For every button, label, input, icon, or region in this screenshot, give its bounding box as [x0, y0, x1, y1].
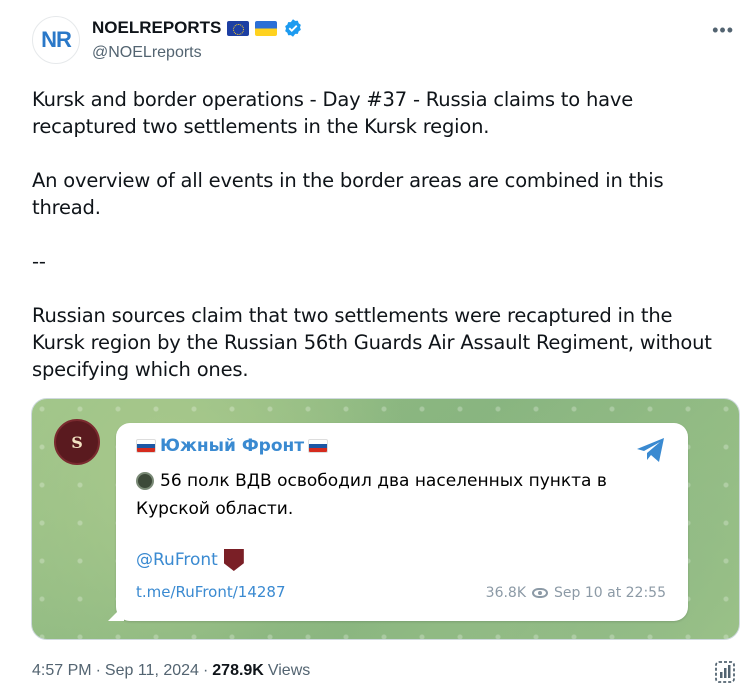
telegram-message-bubble: Южный Фронт 56 полк ВДВ освободил два на… [116, 423, 688, 621]
message-date: Sep 10 at 22:55 [554, 585, 666, 601]
telegram-link: t.me/RuFront/14287 [136, 583, 286, 601]
tweet-line: -- [32, 250, 46, 273]
tweet-footer: 4:57 PM · Sep 11, 2024 · 278.9K Views [32, 662, 310, 680]
author-handle[interactable]: @NOELreports [92, 44, 303, 62]
separator: · [95, 662, 101, 679]
post-date[interactable]: Sep 11, 2024 [105, 662, 199, 680]
shield-emblem-icon [223, 549, 244, 571]
tweet-media-image[interactable]: S Южный Фронт 56 полк ВДВ освободил два … [31, 398, 740, 640]
eye-icon [532, 588, 549, 598]
author-avatar[interactable]: NR [32, 16, 80, 64]
separator: · [202, 662, 209, 679]
tweet-line: Kursk region by the Russian 56th Guards … [32, 331, 712, 354]
message-views: 36.8K [485, 585, 527, 601]
tweet-line: recaptured two settlements in the Kursk … [32, 115, 490, 138]
tweet-header: NR NOELREPORTS @NOELreports ••• [32, 14, 736, 66]
tweet-text: Kursk and border operations - Day #37 - … [32, 86, 736, 383]
channel-avatar-letter: S [71, 432, 83, 452]
views-count: 278.9K [212, 662, 264, 679]
channel-avatar: S [54, 419, 100, 465]
verified-badge-icon[interactable] [283, 18, 303, 38]
tweet-line: specifying which ones. [32, 358, 249, 381]
unit-emblem-icon [136, 472, 154, 490]
channel-mention: @RuFront [136, 549, 244, 571]
tweet-line: An overview of all events in the border … [32, 169, 664, 219]
message-text-1: 56 полк ВДВ освободил два населенных пун… [160, 471, 607, 491]
display-name-row: NOELREPORTS [92, 16, 303, 40]
channel-name: Южный Фронт [136, 436, 329, 456]
russia-flag-icon [308, 439, 329, 453]
channel-name-text: Южный Фронт [160, 436, 305, 456]
mention-text: @RuFront [136, 550, 218, 570]
ukraine-flag-icon [255, 20, 278, 36]
message-line-1: 56 полк ВДВ освободил два населенных пун… [136, 471, 607, 491]
message-meta: 36.8K Sep 10 at 22:55 [486, 585, 666, 601]
views-label: Views [267, 662, 311, 679]
eu-flag-icon [227, 20, 250, 36]
analytics-icon[interactable] [714, 660, 736, 684]
russia-flag-icon [136, 439, 156, 453]
tweet-line: Kursk and border operations - Day #37 - … [32, 88, 634, 111]
tweet-line: Russian sources claim that two settlemen… [32, 304, 673, 327]
more-options-icon[interactable]: ••• [712, 20, 734, 41]
author-names: NOELREPORTS @NOELreports [92, 16, 303, 62]
post-time[interactable]: 4:57 PM [32, 662, 92, 680]
author-display-name[interactable]: NOELREPORTS [92, 18, 221, 38]
message-text-2: Курской области. [136, 499, 294, 519]
telegram-icon [637, 438, 664, 462]
avatar-logo-text: NR [41, 27, 72, 52]
